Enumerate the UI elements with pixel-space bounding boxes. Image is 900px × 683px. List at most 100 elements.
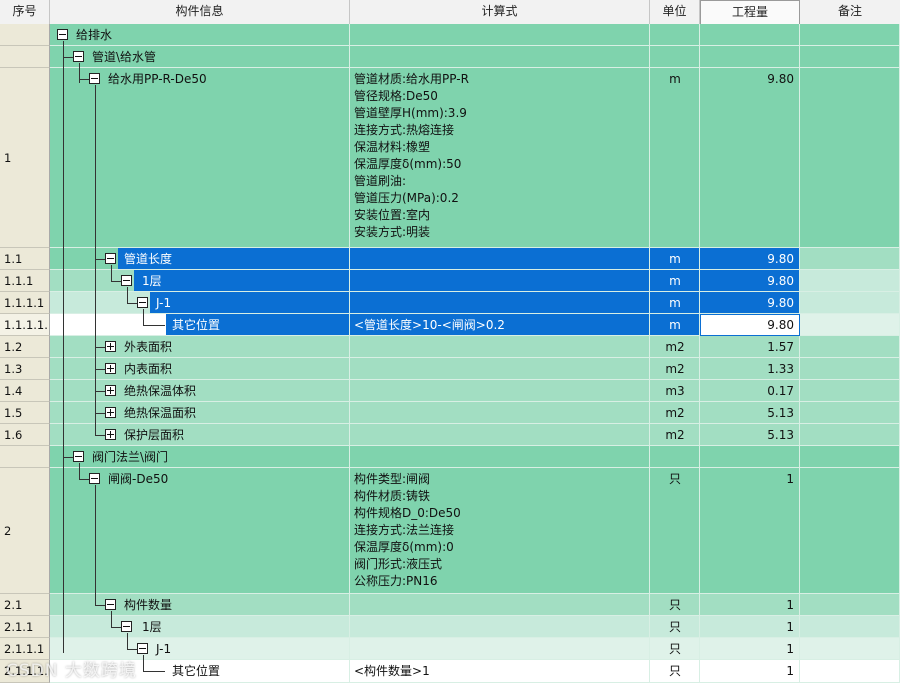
formula-line: 连接方式:法兰连接 <box>354 523 455 537</box>
table-header: 序号 构件信息 计算式 单位 工程量 备注 <box>0 0 900 25</box>
formula-line: 构件规格D_0:De50 <box>354 506 461 520</box>
collapse-icon[interactable] <box>105 253 116 264</box>
collapse-icon[interactable] <box>57 29 68 40</box>
table-row[interactable]: 1.6 保护层面积 m2 5.13 <box>0 424 900 446</box>
collapse-icon[interactable] <box>121 275 132 286</box>
row-name: 保护层面积 <box>124 428 185 442</box>
row-quantity: 1 <box>786 598 794 612</box>
table-row[interactable]: 1.3 内表面积 m2 1.33 <box>0 358 900 380</box>
expand-icon[interactable] <box>105 385 116 396</box>
row-name: 其它位置 <box>172 664 221 678</box>
row-unit: m2 <box>665 340 685 354</box>
formula-line: 管道材质:给水用PP-R <box>354 72 469 86</box>
formula-line: 公称压力:PN16 <box>354 574 438 588</box>
expand-icon[interactable] <box>105 341 116 352</box>
row-seq: 1.5 <box>0 402 50 424</box>
formula-line: 管径规格:De50 <box>354 89 438 103</box>
row-seq: 1.6 <box>0 424 50 446</box>
header-formula[interactable]: 计算式 <box>350 0 650 24</box>
row-name: 管道长度 <box>124 252 173 266</box>
header-component-info[interactable]: 构件信息 <box>50 0 350 24</box>
row-unit: m <box>669 296 681 310</box>
row-formula: 构件类型:闸阀 构件材质:铸铁 构件规格D_0:De50 连接方式:法兰连接 保… <box>350 468 650 594</box>
row-unit: m2 <box>665 428 685 442</box>
formula-line: 阀门形式:液压式 <box>354 557 443 571</box>
collapse-icon[interactable] <box>121 621 132 632</box>
row-quantity: 1.33 <box>767 362 794 376</box>
collapse-icon[interactable] <box>73 51 84 62</box>
table-row-selected[interactable]: 1.1.1 1层 m 9.80 <box>0 270 900 292</box>
formula-line: 管道壁厚H(mm):3.9 <box>354 106 467 120</box>
table-row[interactable]: 给排水 <box>0 24 900 46</box>
row-seq: 1.1.1.1 <box>0 292 50 314</box>
collapse-icon[interactable] <box>105 599 116 610</box>
table-row-selected[interactable]: 1.1 管道长度 m 9.80 <box>0 248 900 270</box>
row-unit: m3 <box>665 384 685 398</box>
row-seq: 2.1.1 <box>0 616 50 638</box>
row-unit: 只 <box>668 620 681 634</box>
row-name: 给水用PP-R-De50 <box>108 72 207 86</box>
row-quantity: 9.80 <box>767 274 794 288</box>
row-formula: 管道材质:给水用PP-R 管径规格:De50 管道壁厚H(mm):3.9 连接方… <box>350 68 650 248</box>
row-formula: <构件数量>1 <box>354 664 430 678</box>
table-row[interactable]: 2 闸阀-De50 构件类型:闸阀 构件材质:铸铁 构件规格D_0:De50 连… <box>0 468 900 594</box>
header-note[interactable]: 备注 <box>800 0 900 24</box>
formula-line: 管道压力(MPa):0.2 <box>354 191 459 205</box>
row-name: 管道\给水管 <box>92 50 157 64</box>
formula-line: 安装方式:明装 <box>354 225 431 239</box>
row-name: 1层 <box>142 620 162 634</box>
row-seq: 1.3 <box>0 358 50 380</box>
table-row[interactable]: 1.2 外表面积 m2 1.57 <box>0 336 900 358</box>
row-quantity: 1.57 <box>767 340 794 354</box>
row-seq: 1 <box>0 68 50 248</box>
row-seq: 2 <box>0 468 50 594</box>
row-quantity: 5.13 <box>767 406 794 420</box>
row-seq: 1.4 <box>0 380 50 402</box>
collapse-icon[interactable] <box>73 451 84 462</box>
table-row-selected[interactable]: 1.1.1.1. 其它位置 <管道长度>10-<闸阀>0.2 m 9.80 <box>0 314 900 336</box>
row-quantity: 9.80 <box>767 72 794 86</box>
collapse-icon[interactable] <box>137 297 148 308</box>
table-row[interactable]: 1.4 绝热保温体积 m3 0.17 <box>0 380 900 402</box>
quantity-cell-focused[interactable]: 9.80 <box>700 314 800 336</box>
row-name: 绝热保温面积 <box>124 406 197 420</box>
row-seq <box>0 46 50 68</box>
row-quantity: 5.13 <box>767 428 794 442</box>
row-quantity: 1 <box>786 472 794 486</box>
formula-line: 保温厚度δ(mm):0 <box>354 540 454 554</box>
row-name: J-1 <box>156 642 172 656</box>
row-name: 1层 <box>142 274 162 288</box>
formula-line: 保温厚度δ(mm):50 <box>354 157 462 171</box>
header-seq[interactable]: 序号 <box>0 0 50 24</box>
row-quantity: 0.17 <box>767 384 794 398</box>
row-unit: 只 <box>668 664 681 678</box>
expand-icon[interactable] <box>105 407 116 418</box>
expand-icon[interactable] <box>105 363 116 374</box>
row-name: J-1 <box>156 296 172 310</box>
row-unit: m <box>669 72 681 86</box>
row-seq: 1.1.1 <box>0 270 50 292</box>
row-quantity: 1 <box>786 642 794 656</box>
row-unit: m2 <box>665 362 685 376</box>
table-row[interactable]: 1.5 绝热保温面积 m2 5.13 <box>0 402 900 424</box>
expand-icon[interactable] <box>105 429 116 440</box>
row-name: 绝热保温体积 <box>124 384 197 398</box>
table-row[interactable]: 2.1 构件数量 只 1 <box>0 594 900 616</box>
collapse-icon[interactable] <box>89 73 100 84</box>
formula-line: 管道刷油: <box>354 174 407 188</box>
table-row-selected[interactable]: 1.1.1.1 J-1 m 9.80 <box>0 292 900 314</box>
table-row[interactable]: 2.1.1 1层 只 1 <box>0 616 900 638</box>
row-unit: m <box>669 252 681 266</box>
row-unit: m <box>669 318 681 332</box>
table-row[interactable]: 阀门法兰\阀门 <box>0 446 900 468</box>
table-row[interactable]: 1 给水用PP-R-De50 管道材质:给水用PP-R 管径规格:De50 管道… <box>0 68 900 248</box>
row-quantity: 9.80 <box>767 296 794 310</box>
header-unit[interactable]: 单位 <box>650 0 700 24</box>
row-unit: 只 <box>668 598 681 612</box>
collapse-icon[interactable] <box>89 473 100 484</box>
row-unit: m2 <box>665 406 685 420</box>
collapse-icon[interactable] <box>137 643 148 654</box>
header-quantity[interactable]: 工程量 <box>700 0 800 24</box>
table-row[interactable]: 管道\给水管 <box>0 46 900 68</box>
row-quantity: 9.80 <box>767 318 794 332</box>
